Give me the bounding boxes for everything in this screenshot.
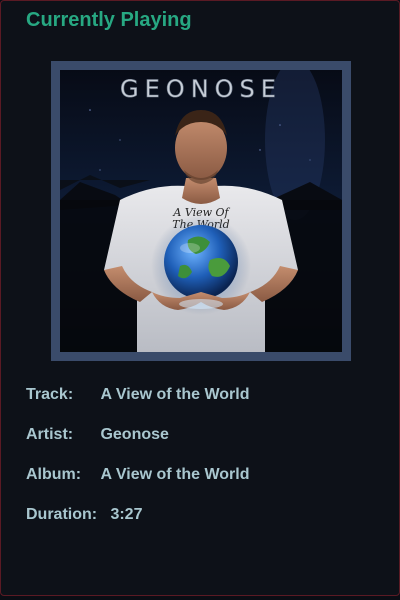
artist-label: Artist:: [26, 426, 74, 443]
album-label: Album:: [26, 466, 82, 483]
album-row: Album: A View of the World: [26, 465, 250, 485]
duration-label: Duration:: [26, 506, 98, 523]
svg-text:GEONOSE: GEONOSE: [120, 75, 282, 103]
page-title: Currently Playing: [26, 9, 192, 31]
album-value: A View of the World: [100, 466, 250, 483]
duration-value: 3:27: [110, 506, 143, 523]
album-cover-image: GEONOSE A View Of The World: [60, 70, 342, 352]
track-row: Track: A View of the World: [26, 385, 250, 405]
artist-value: Geonose: [100, 426, 169, 443]
artist-row: Artist: Geonose: [26, 425, 169, 445]
now-playing-panel: Currently Playing GEONOSE A View Of Trac…: [0, 0, 400, 596]
duration-row: Duration: 3:27: [26, 505, 142, 525]
album-art-frame: GEONOSE A View Of The World: [51, 61, 351, 361]
track-value: A View of the World: [100, 386, 250, 403]
track-label: Track:: [26, 386, 74, 403]
